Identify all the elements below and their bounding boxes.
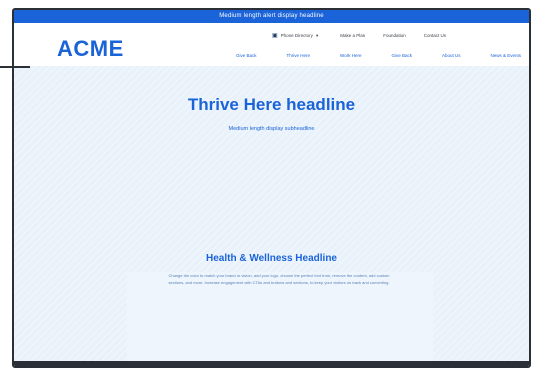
utility-link-foundation[interactable]: Foundation <box>383 33 406 38</box>
phone-directory-label: Phone Directory <box>280 33 313 38</box>
nav-item-about-us[interactable]: About Us <box>442 53 461 58</box>
hero-title: Thrive Here headline <box>187 95 356 114</box>
section-body: Change the color to match your brand or … <box>168 273 390 285</box>
nav-item-news-events[interactable]: News & Events <box>490 53 521 58</box>
nav-item-give-back-2[interactable]: Give Back <box>391 53 412 58</box>
chevron-down-icon: ▾ <box>315 32 319 38</box>
site-logo[interactable]: ACME <box>57 36 124 62</box>
nav-item-give-back[interactable]: Give Back <box>236 53 257 58</box>
phone-directory-link[interactable]: ▣ Phone Directory ▾ <box>272 32 319 40</box>
utility-link-contact[interactable]: Contact Us <box>424 33 446 38</box>
content-card <box>127 272 433 366</box>
window-bottom-edge <box>14 361 529 366</box>
section-title: Health & Wellness Headline <box>206 253 337 264</box>
utility-link-make-a-plan[interactable]: Make a Plan <box>340 33 365 38</box>
utility-nav: ▣ Phone Directory ▾ Make a Plan Foundati… <box>272 32 519 40</box>
nav-item-thrive-here[interactable]: Thrive Here <box>287 53 311 58</box>
browser-frame: Medium length alert display headline ACM… <box>12 8 531 368</box>
nav-item-work-here[interactable]: Work Here <box>340 53 361 58</box>
building-icon: ▣ <box>272 33 278 39</box>
hero-subtitle: Medium length display subheadline <box>228 126 315 132</box>
main-nav: Give Back Thrive Here Work Here Give Bac… <box>236 53 521 58</box>
frame-tab <box>0 66 30 68</box>
site-header: ACME ▣ Phone Directory ▾ Make a Plan Fou… <box>14 23 529 66</box>
announcement-bar[interactable]: Medium length alert display headline <box>14 10 529 23</box>
